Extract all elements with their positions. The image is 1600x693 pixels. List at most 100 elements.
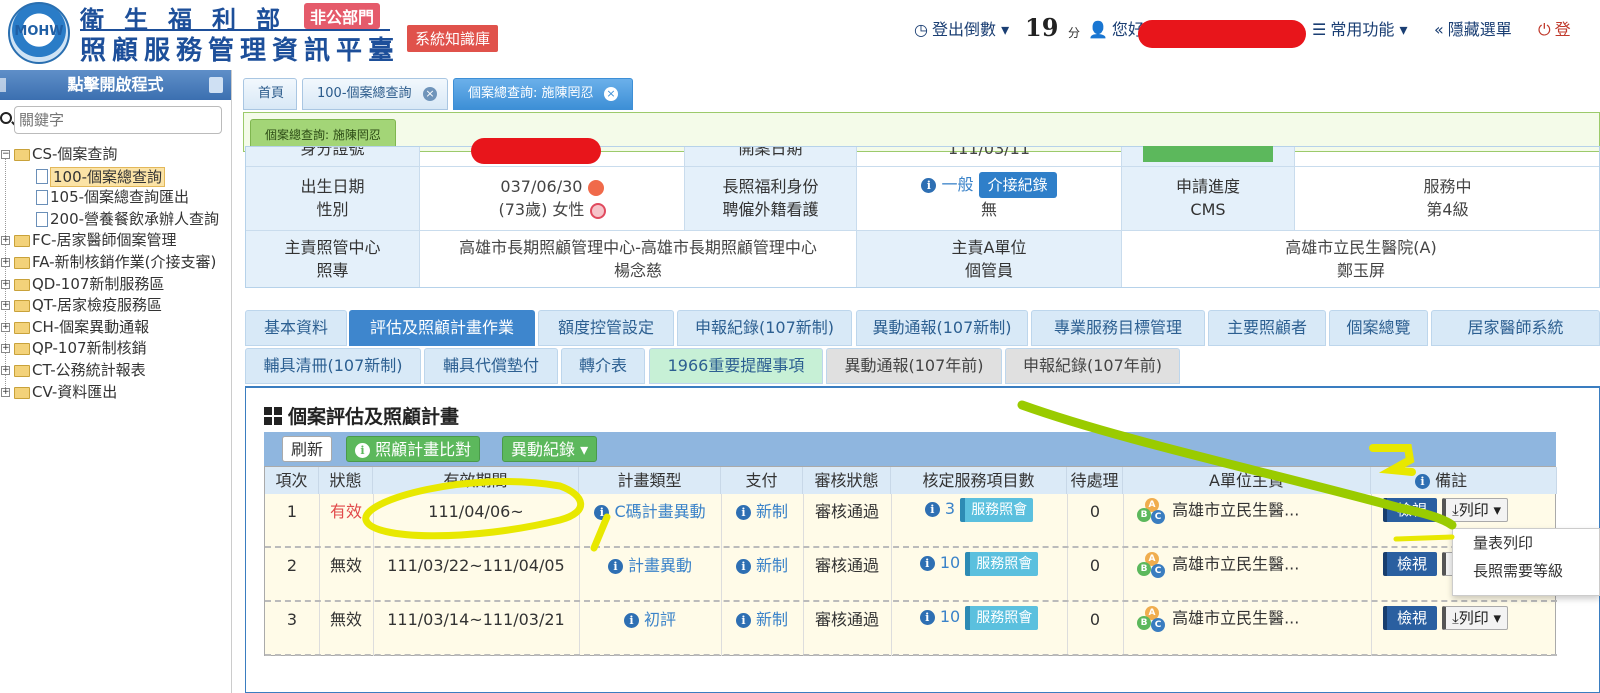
- expand-toggle-icon[interactable]: +: [1, 257, 10, 267]
- pin-icon[interactable]: [209, 77, 223, 93]
- info-icon[interactable]: i: [1415, 474, 1430, 489]
- service-referral-button[interactable]: 服務照會: [965, 606, 1039, 630]
- info-icon[interactable]: i: [735, 559, 751, 574]
- info-icon[interactable]: i: [919, 610, 935, 625]
- view-button[interactable]: 檢視: [1383, 498, 1438, 522]
- print-button[interactable]: ⤓列印 ▾: [1442, 606, 1509, 630]
- tree-item[interactable]: 200-營養餐飲承辦人查詢: [0, 209, 232, 231]
- refresh-button[interactable]: 刷新: [282, 436, 333, 462]
- expand-toggle-icon[interactable]: +: [1, 344, 10, 354]
- menu-item-care-level[interactable]: 長照需要等級: [1453, 557, 1599, 585]
- main-tab[interactable]: 申報紀錄(107新制): [677, 310, 852, 346]
- main-tab[interactable]: 轉介表: [561, 348, 645, 384]
- main-tab[interactable]: 個案總覽: [1329, 310, 1428, 346]
- common-functions-menu[interactable]: ☰ 常用功能 ▾: [1312, 16, 1407, 40]
- service-items-count[interactable]: 3: [945, 499, 955, 518]
- view-button[interactable]: 檢視: [1383, 552, 1438, 576]
- info-icon[interactable]: i: [594, 505, 610, 520]
- tree-item[interactable]: + QT-居家檢疫服務區: [0, 295, 232, 317]
- tree-item-label: FC-居家醫師個案管理: [32, 231, 177, 250]
- service-referral-button[interactable]: 服務照會: [960, 498, 1034, 522]
- main-tab[interactable]: 評估及照顧計畫作業: [349, 310, 535, 346]
- info-icon[interactable]: i: [735, 613, 751, 628]
- plan-type-link[interactable]: 初評: [644, 610, 676, 629]
- row-payment[interactable]: i 新制: [721, 502, 803, 522]
- expand-toggle-icon[interactable]: +: [1, 236, 10, 246]
- keyword-search-input[interactable]: [14, 106, 222, 134]
- print-button[interactable]: ⤓列印 ▾: [1442, 498, 1509, 522]
- tree-item[interactable]: + QD-107新制服務區: [0, 274, 232, 296]
- expand-toggle-icon[interactable]: +: [1, 387, 10, 397]
- tree-item[interactable]: + CT-公務統計報表: [0, 360, 232, 382]
- service-referral-button[interactable]: 服務照會: [965, 552, 1039, 576]
- center-label-cell: 主責照管中心 照專: [246, 231, 420, 287]
- plan-type-link[interactable]: C碼計畫異動: [614, 502, 705, 521]
- collapse-toggle-icon[interactable]: −: [1, 150, 10, 159]
- user-menu[interactable]: 👤 您好: [1088, 16, 1144, 40]
- service-items-count[interactable]: 10: [940, 553, 960, 572]
- menu-item-scale-print[interactable]: 量表列印: [1453, 529, 1599, 557]
- row-payment[interactable]: i 新制: [721, 610, 803, 630]
- view-button[interactable]: 檢視: [1383, 606, 1438, 630]
- tree-item[interactable]: + FA-新制核銷作業(介接支審): [0, 252, 232, 274]
- birth-gender-value: 037/06/30 (73歲) 女性: [420, 167, 685, 231]
- tree-item[interactable]: + CV-資料匯出: [0, 382, 232, 404]
- info-icon[interactable]: i: [924, 502, 940, 517]
- tree-item[interactable]: + QP-107新制核銷: [0, 338, 232, 360]
- info-icon[interactable]: i: [735, 505, 751, 520]
- unit-a-name: 高雄市立民生醫...: [1172, 554, 1300, 574]
- compare-plan-button[interactable]: i 照顧計畫比對: [346, 436, 481, 462]
- tree-item[interactable]: + CH-個案異動通報: [0, 317, 232, 339]
- tree-item[interactable]: 105-個案總查詢匯出: [0, 187, 232, 209]
- logout-countdown-menu[interactable]: ◷ 登出倒數 ▾: [914, 16, 1009, 40]
- expand-toggle-icon[interactable]: +: [1, 279, 10, 289]
- service-items-count[interactable]: 10: [940, 607, 960, 626]
- abc-letter-icon: B: [1137, 508, 1151, 522]
- hide-menu-button[interactable]: «隱藏選單: [1434, 16, 1512, 40]
- row-plan-type[interactable]: i C碼計畫異動: [579, 502, 721, 522]
- main-tab[interactable]: 額度控管設定: [538, 310, 674, 346]
- row-payment[interactable]: i 新制: [721, 556, 803, 576]
- tab-case-query[interactable]: 100-個案總查詢 ×: [302, 78, 448, 110]
- close-icon[interactable]: ×: [423, 87, 437, 101]
- double-left-icon: «: [1434, 20, 1444, 39]
- payment-link[interactable]: 新制: [756, 502, 788, 521]
- main-tab[interactable]: 基本資料: [245, 310, 347, 346]
- plan-type-link[interactable]: 計畫異動: [628, 556, 692, 575]
- info-icon[interactable]: i: [921, 178, 937, 193]
- tree-item[interactable]: 100-個案總查詢: [0, 166, 232, 188]
- referral-record-button[interactable]: 介接紀錄: [978, 172, 1057, 198]
- expand-toggle-icon[interactable]: +: [1, 322, 10, 332]
- main-tab[interactable]: 1966重要提醒事項: [649, 348, 823, 384]
- main-tab[interactable]: 居家醫師系統: [1431, 310, 1600, 346]
- grid-icon: [264, 407, 282, 425]
- main-tab[interactable]: 異動通報(107年前): [826, 348, 1002, 384]
- tab-case-detail[interactable]: 個案總查詢: 施陳罔忍 ×: [453, 78, 633, 110]
- main-tab[interactable]: 主要照顧者: [1208, 310, 1326, 346]
- row-plan-type[interactable]: i 初評: [579, 610, 721, 630]
- collapse-icon[interactable]: [0, 78, 6, 92]
- main-tab[interactable]: 異動通報(107新制): [856, 310, 1028, 346]
- payment-link[interactable]: 新制: [756, 556, 788, 575]
- tab-home[interactable]: 首頁: [243, 78, 297, 110]
- payment-link[interactable]: 新制: [756, 610, 788, 629]
- change-record-button[interactable]: 異動紀錄 ▾: [502, 436, 598, 462]
- status-history-button[interactable]: [1143, 146, 1273, 162]
- specialist-value: 楊念慈: [613, 261, 662, 280]
- main-tab[interactable]: 輔具代償墊付: [424, 348, 558, 384]
- info-icon[interactable]: i: [623, 613, 639, 628]
- column-header: 審核狀態: [803, 467, 891, 494]
- close-icon[interactable]: ×: [604, 87, 618, 101]
- logout-button[interactable]: ⏻ 登: [1538, 16, 1571, 40]
- knowledge-base-button[interactable]: 系統知識庫: [407, 25, 499, 52]
- main-tab[interactable]: 輔具清冊(107新制): [245, 348, 421, 384]
- tree-item[interactable]: + FC-居家醫師個案管理: [0, 230, 232, 252]
- expand-toggle-icon[interactable]: +: [1, 301, 10, 311]
- tree-item[interactable]: − CS-個案查詢: [0, 144, 232, 166]
- main-tab[interactable]: 申報紀錄(107年前): [1005, 348, 1180, 384]
- info-icon[interactable]: i: [607, 559, 623, 574]
- expand-toggle-icon[interactable]: +: [1, 365, 10, 375]
- info-icon[interactable]: i: [919, 556, 935, 571]
- main-tab[interactable]: 專業服務目標管理: [1031, 310, 1205, 346]
- row-plan-type[interactable]: i 計畫異動: [579, 556, 721, 576]
